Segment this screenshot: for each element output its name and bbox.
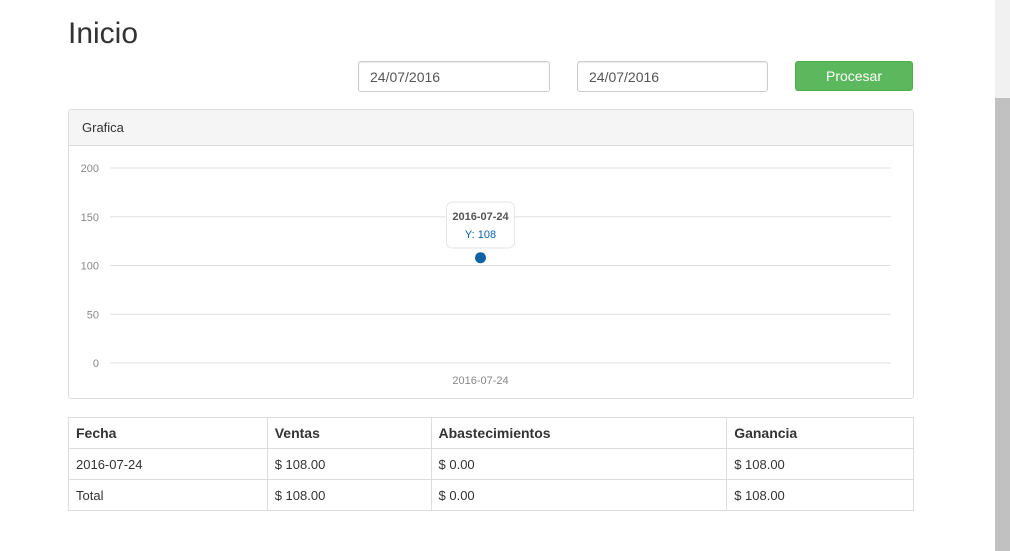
table-header-row: Fecha Ventas Abastecimientos Ganancia [68,417,914,449]
x-tick-label: 2016-07-24 [452,375,508,387]
header-ganancia: Ganancia [726,417,914,449]
tooltip-box [446,201,515,249]
header-fecha: Fecha [68,417,268,449]
table-row-total: Total $ 108.00 $ 0.00 $ 108.00 [68,479,914,511]
cell-ganancia: $ 108.00 [726,479,914,511]
chart-panel: Grafica 0 50 100 150 200 2016-07-24 2016-07-24… [68,109,914,399]
cell-fecha: Total [68,479,268,511]
tooltip-value: Y: 108 [465,229,496,241]
process-button[interactable]: Procesar [795,61,913,91]
cell-ventas: $ 108.00 [266,479,432,511]
page: Inicio Procesar Grafica 0501001502002016… [0,0,1010,551]
header-ventas: Ventas [266,417,432,449]
header-abastecimientos: Abastecimientos [430,417,728,449]
y-tick-label: 100 [81,261,99,273]
cell-ventas: $ 108.00 [266,448,432,480]
y-tick-label: 150 [81,212,99,224]
cell-fecha: 2016-07-24 [68,448,268,480]
data-point [475,252,486,264]
cell-abastecimientos: $ 0.00 [430,448,728,480]
table-row: 2016-07-24 $ 108.00 $ 0.00 $ 108.00 [68,448,914,480]
y-tick-label: 0 [93,358,99,370]
tooltip-title: 2016-07-24 [452,211,509,223]
date-from-input[interactable] [358,61,550,92]
page-scrollbar[interactable] [995,0,1010,551]
y-tick-label: 50 [87,309,99,321]
y-tick-label: 200 [81,163,99,175]
date-to-input[interactable] [577,61,768,92]
cell-abastecimientos: $ 0.00 [430,479,728,511]
cell-ganancia: $ 108.00 [726,448,914,480]
page-title: Inicio [68,17,139,50]
summary-table: Fecha Ventas Abastecimientos Ganancia 20… [68,417,914,511]
chart: 0 50 100 150 200 2016-07-24 2016-07-24 Y: 108 [81,163,891,387]
scrollbar-thumb[interactable] [995,98,1010,551]
